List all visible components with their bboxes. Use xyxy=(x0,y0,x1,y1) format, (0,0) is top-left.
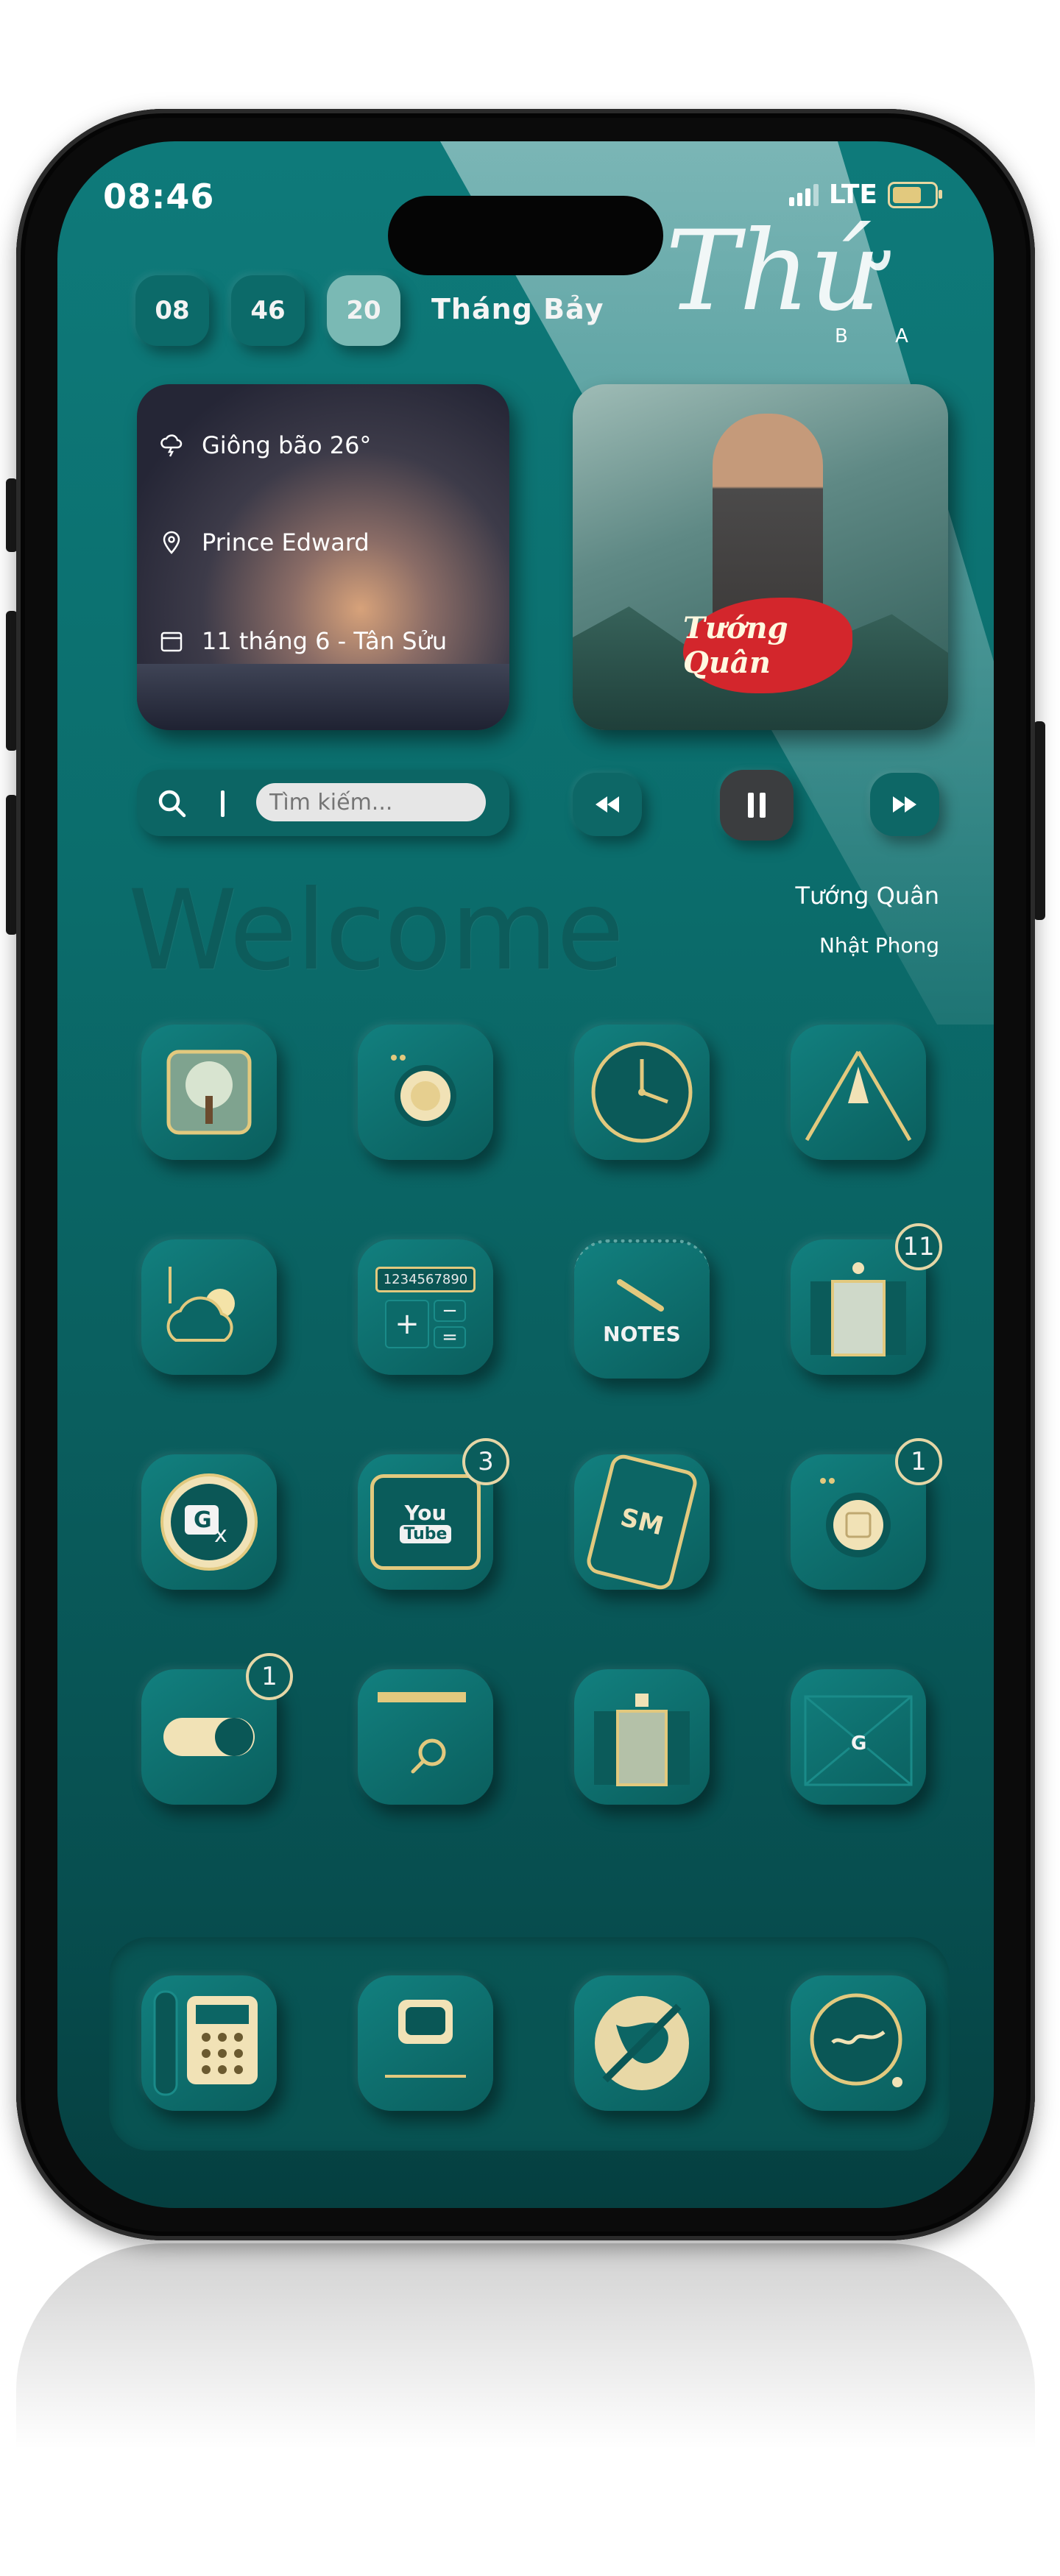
app-youtube[interactable]: You Tube 3 xyxy=(358,1438,509,1590)
fast-forward-icon xyxy=(893,796,916,813)
home-screen: 08:46 LTE 08 46 20 Tháng Bảy Thứ B A Giô… xyxy=(57,141,994,2208)
notes-icon: NOTES xyxy=(603,1276,681,1346)
phone-frame: 08:46 LTE 08 46 20 Tháng Bảy Thứ B A Giô… xyxy=(16,109,1035,2240)
svg-text:G: G xyxy=(851,1733,866,1755)
youtube-tv-icon: You Tube xyxy=(370,1474,481,1570)
toggle-settings-icon xyxy=(163,1718,255,1756)
status-indicators: LTE xyxy=(788,180,942,210)
translate-icon: G x xyxy=(160,1473,258,1571)
camera-lens-icon xyxy=(391,1055,456,1127)
notification-badge: 1 xyxy=(246,1653,293,1700)
weather-condition-row: Giông bão 26° xyxy=(159,431,371,459)
app-files[interactable] xyxy=(358,1669,493,1805)
weekday-suffix: B A xyxy=(835,325,929,347)
app-maps[interactable] xyxy=(791,1025,926,1160)
weather-location-row: Prince Edward xyxy=(159,528,370,556)
song-artist: Nhật Phong xyxy=(819,933,939,958)
tv-messages-icon xyxy=(385,2000,466,2078)
search-bar[interactable] xyxy=(137,770,509,836)
rewind-button[interactable] xyxy=(573,773,642,836)
search-icon[interactable] xyxy=(156,788,187,818)
storm-cloud-icon xyxy=(159,433,184,458)
text-cursor xyxy=(221,790,225,817)
camera-icon xyxy=(820,1478,891,1557)
phone-sms-icon: SM xyxy=(584,1451,700,1593)
elevator-icon xyxy=(810,1262,906,1356)
app-weather[interactable] xyxy=(141,1239,277,1375)
dock-phone[interactable] xyxy=(141,1975,277,2111)
weekday-script: Thứ xyxy=(665,208,882,336)
globe-browser-icon xyxy=(595,1996,689,2090)
folder-search-icon xyxy=(378,1692,466,1774)
calculator-keys: + − = xyxy=(385,1299,466,1348)
song-title: Tướng Quân xyxy=(795,882,939,910)
maps-road-icon xyxy=(805,1050,912,1142)
photo-frame-icon xyxy=(594,1694,690,1786)
phone-reflection xyxy=(16,2243,1035,2538)
dock-chat[interactable] xyxy=(791,1975,926,2111)
mail-envelope-icon: G xyxy=(804,1695,913,1786)
weather-background-sea xyxy=(137,664,509,730)
weather-date-row: 11 tháng 6 - Tân Sửu xyxy=(159,627,447,655)
weather-widget[interactable]: Giông bão 26° Prince Edward 11 tháng 6 -… xyxy=(137,384,509,730)
welcome-text: Welcome xyxy=(128,867,624,995)
weather-condition: Giông bão 26° xyxy=(202,431,372,459)
weather-icon xyxy=(166,1267,235,1342)
notification-badge: 3 xyxy=(462,1438,509,1485)
calendar-icon xyxy=(159,629,184,654)
app-settings-toggle[interactable]: 1 xyxy=(141,1653,293,1805)
minute-chip: 46 xyxy=(231,275,305,346)
dock-messages[interactable] xyxy=(358,1975,493,2111)
app-calculator[interactable]: 1234567890 + − = xyxy=(358,1239,493,1375)
battery-icon xyxy=(888,181,942,208)
rewind-icon xyxy=(596,796,619,813)
calculator-icon: 1234567890 + − = xyxy=(375,1266,476,1348)
forward-button[interactable] xyxy=(870,773,939,836)
app-elevator[interactable]: 11 xyxy=(791,1223,942,1375)
svg-text:G: G xyxy=(194,1507,212,1533)
network-label: LTE xyxy=(828,180,877,210)
notification-badge: 11 xyxy=(895,1223,942,1270)
app-notes[interactable]: NOTES xyxy=(574,1239,710,1379)
pause-icon xyxy=(748,793,766,818)
app-camera[interactable]: 1 xyxy=(791,1438,942,1590)
power-button xyxy=(1034,721,1045,920)
search-input[interactable] xyxy=(256,783,486,821)
signal-icon xyxy=(788,183,819,206)
app-tree[interactable] xyxy=(141,1025,277,1160)
album-art-widget[interactable]: Tướng Quân xyxy=(573,384,948,730)
app-clock[interactable] xyxy=(574,1025,710,1160)
location-pin-icon xyxy=(159,530,184,555)
hour-chip: 08 xyxy=(135,275,209,346)
pause-button[interactable] xyxy=(720,770,794,841)
lunar-date: 11 tháng 6 - Tân Sửu xyxy=(202,627,448,655)
status-time: 08:46 xyxy=(103,177,215,216)
app-translate[interactable]: G x xyxy=(141,1454,277,1590)
notes-label: NOTES xyxy=(603,1321,681,1346)
weather-location: Prince Edward xyxy=(202,528,370,556)
hello-chat-icon xyxy=(810,1993,902,2087)
svg-text:x: x xyxy=(214,1522,227,1548)
app-mail[interactable]: G xyxy=(791,1669,926,1805)
dynamic-island xyxy=(388,196,663,275)
day-chip: 20 xyxy=(327,275,400,346)
dock-browser[interactable] xyxy=(574,1975,710,2111)
month-label: Tháng Bảy xyxy=(431,293,604,325)
calculator-display: 1234567890 xyxy=(375,1266,476,1292)
app-camera-lens[interactable] xyxy=(358,1025,493,1160)
telephone-icon xyxy=(153,1990,258,2096)
clock-icon xyxy=(591,1041,693,1143)
tree-icon xyxy=(166,1050,252,1135)
album-title-art: Tướng Quân xyxy=(683,598,852,693)
app-photos[interactable] xyxy=(574,1669,710,1805)
app-sms[interactable]: SM xyxy=(574,1451,710,1593)
notification-badge: 1 xyxy=(895,1438,942,1485)
